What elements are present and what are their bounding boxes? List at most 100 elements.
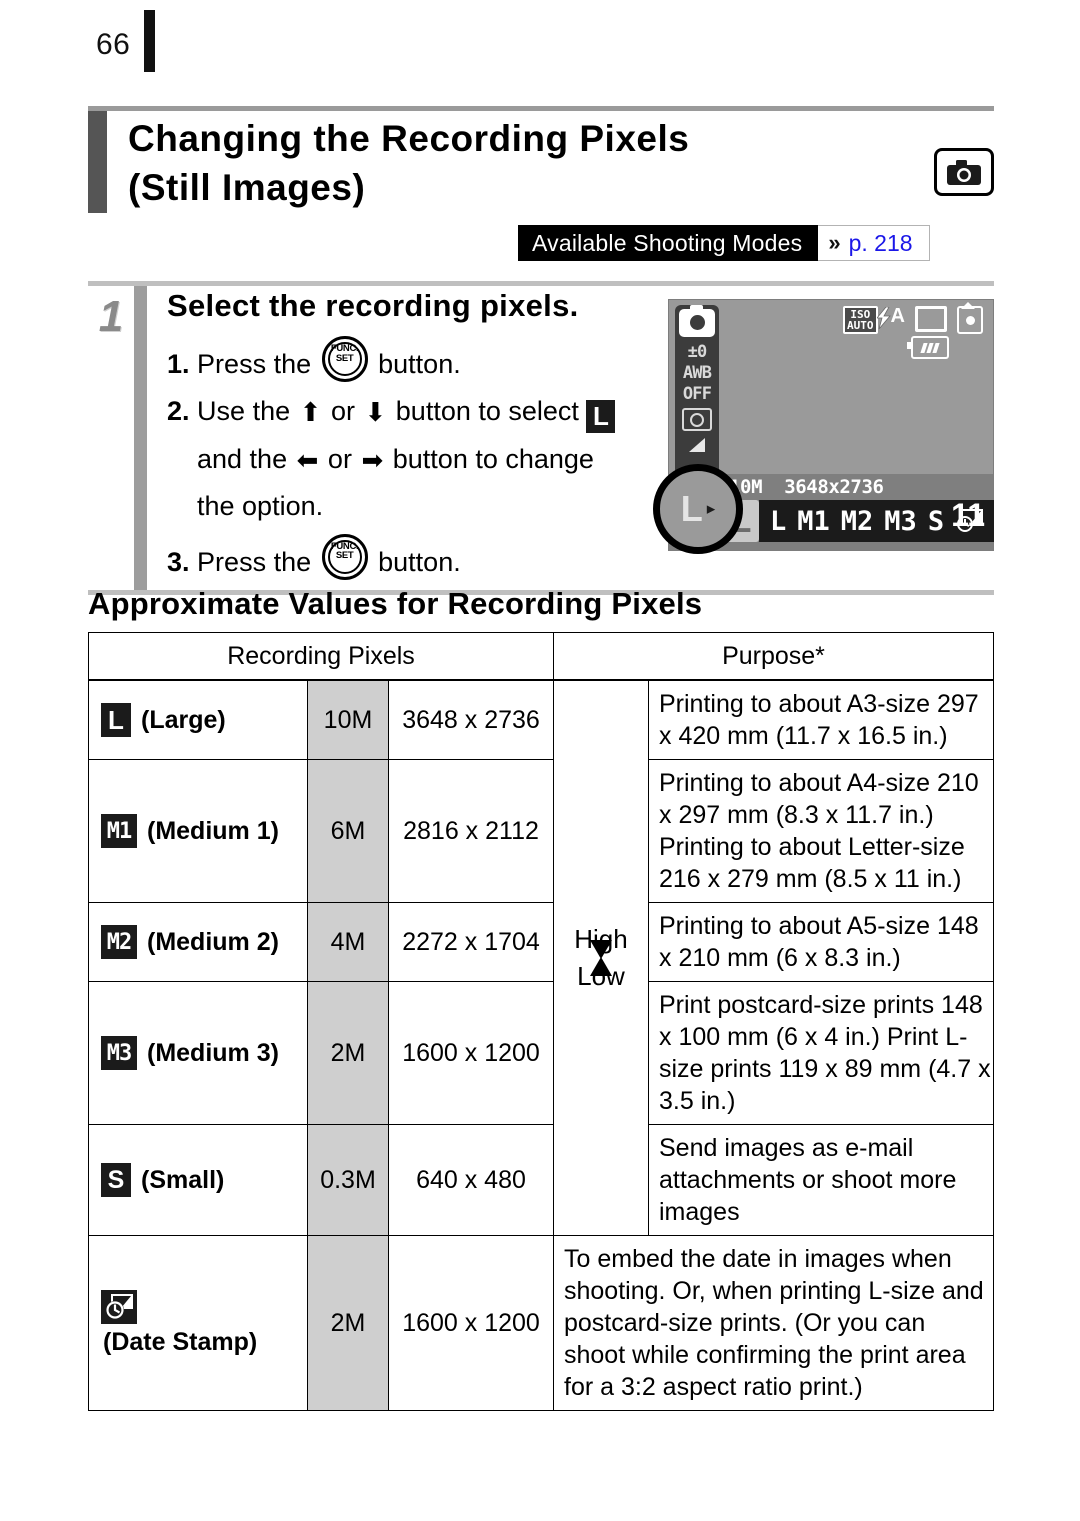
available-shooting-modes-label: Available Shooting Modes	[518, 225, 819, 261]
option-L[interactable]: L	[770, 506, 786, 537]
substep-2-e: or	[327, 443, 352, 474]
row-name-medium3: M3 (Medium 3)	[88, 981, 308, 1125]
func-set-button-icon: FUNC. SET	[321, 336, 368, 382]
my-colors-value: OFF	[682, 384, 712, 405]
row-label: (Large)	[141, 705, 226, 734]
step-number: 1	[98, 292, 124, 341]
row-name-large: L (Large)	[88, 679, 308, 760]
page-reference-link[interactable]: » p. 218	[818, 225, 930, 261]
double-chevron-icon: »	[828, 230, 840, 255]
table-row: M3 (Medium 3) 2M 1600 x 1200 Print postc…	[88, 981, 994, 1125]
up-arrow-icon: ⬆	[299, 396, 322, 427]
row-megapixels: 2M	[307, 981, 389, 1125]
row-name-small: S (Small)	[88, 1124, 308, 1236]
substep-3-pre: Press the	[197, 546, 312, 577]
page-marker-bar	[144, 10, 155, 72]
page-reference-text: p. 218	[848, 229, 913, 256]
row-name-medium2: M2 (Medium 2)	[88, 902, 308, 982]
row-purpose: Printing to about A5-size 148 x 210 mm (…	[648, 902, 994, 982]
iso-value: AUTO	[847, 319, 874, 333]
row-purpose: Printing to about A3-size 297 x 420 mm (…	[648, 679, 994, 760]
row-label: (Medium 1)	[147, 816, 279, 845]
row-purpose: To embed the date in images when shootin…	[553, 1235, 994, 1411]
func-set-top-label: FUNC.	[330, 540, 359, 552]
resolution-dimensions: 3648x2736	[784, 476, 884, 498]
page-title-line1: Changing the Recording Pixels	[128, 118, 690, 159]
row-dimensions: 1600 x 1200	[388, 981, 554, 1125]
row-megapixels: 2M	[307, 1235, 389, 1411]
resolution-readout: 10M 3648x2736	[729, 476, 884, 498]
chapter-title-block: Changing the Recording Pixels (Still Ima…	[88, 106, 994, 213]
metering-mode-icon	[682, 408, 712, 432]
table-row: L (Large) 10M 3648 x 2736 High Low Print…	[88, 679, 994, 1236]
substep-2-b: or	[330, 395, 355, 426]
flash-auto-label: A	[890, 305, 905, 327]
row-name-date-stamp: (Date Stamp)	[88, 1235, 308, 1411]
exposure-compensation-value: ±0	[687, 342, 708, 362]
option-M2[interactable]: M2	[841, 506, 874, 537]
table-row: M1 (Medium 1) 6M 2816 x 2112 Printing to…	[88, 759, 994, 903]
func-set-bottom-label: SET	[335, 352, 354, 364]
substep-2-number: 2.	[167, 395, 190, 426]
step-accent-bar	[134, 286, 147, 590]
callout-label: L	[680, 488, 703, 529]
substep-2-f: button to change	[392, 443, 594, 474]
substep-3-post: button.	[378, 546, 461, 577]
substep-1-post: button.	[378, 349, 461, 379]
large-icon: L	[586, 399, 616, 433]
substep-2-a: Use the	[197, 395, 291, 426]
drive-mode-icon	[915, 306, 947, 332]
white-balance-value: AWB	[682, 363, 712, 384]
image-stabilizer-icon	[957, 302, 983, 334]
callout-arrow-icon: ▸	[706, 499, 716, 518]
row-dimensions: 3648 x 2736	[388, 679, 554, 760]
table-row: S (Small) 0.3M 640 x 480 Send images as …	[88, 1124, 994, 1236]
substep-1-pre: Press the	[197, 349, 312, 379]
table-row: M2 (Medium 2) 4M 2272 x 1704 Printing to…	[88, 902, 994, 982]
table-header-row: Recording Pixels Purpose*	[88, 632, 994, 681]
camera-lcd-illustration: ±0 AWB OFF ISO AUTO A 10M 3648x2736 L L	[653, 299, 1011, 554]
substep-2-c: button to select	[395, 395, 579, 426]
row-dimensions: 1600 x 1200	[388, 1235, 554, 1411]
available-shooting-modes-banner: Available Shooting Modes » p. 218	[518, 225, 930, 261]
next-option-arrow-icon[interactable]: ▸	[1001, 509, 1011, 534]
option-M1[interactable]: M1	[797, 506, 830, 537]
func-set-button-icon: FUNC. SET	[321, 533, 368, 580]
medium2-icon: M2	[101, 925, 137, 959]
left-arrow-icon: ⬅	[296, 444, 319, 475]
option-S[interactable]: S	[928, 506, 944, 537]
row-megapixels: 4M	[307, 902, 389, 982]
shooting-mode-icon	[679, 305, 715, 337]
row-dimensions: 2272 x 1704	[388, 902, 554, 982]
lcd-bottom-bar: 10M 3648x2736 L L M1 M2 M3 S	[653, 464, 1011, 554]
date-stamp-icon	[101, 1289, 137, 1324]
row-dimensions: 2816 x 2112	[388, 759, 554, 903]
option-M3[interactable]: M3	[884, 506, 917, 537]
medium1-icon: M1	[101, 814, 137, 848]
page-header: 66	[0, 0, 1080, 96]
right-arrow-icon: ➡	[361, 444, 384, 475]
substep-2-d: and the	[197, 443, 288, 474]
row-megapixels: 6M	[307, 759, 389, 903]
row-purpose: Printing to about A4-size 210 x 297 mm (…	[648, 759, 994, 903]
battery-icon	[907, 336, 949, 359]
substep-3-number: 3.	[167, 546, 190, 577]
row-megapixels: 10M	[307, 679, 389, 760]
quality-scale-column: High Low	[553, 679, 649, 1236]
camera-icon	[934, 148, 994, 196]
row-purpose: Print postcard-size prints 148 x 100 mm …	[648, 981, 994, 1125]
header-recording-pixels: Recording Pixels	[88, 632, 554, 681]
table-row: (Date Stamp) 2M 1600 x 1200 To embed the…	[88, 1235, 994, 1411]
page-title-line2: (Still Images)	[128, 166, 366, 208]
small-icon: S	[101, 1163, 131, 1197]
row-label: (Small)	[141, 1165, 225, 1194]
section-title: Approximate Values for Recording Pixels	[88, 586, 703, 621]
func-set-top-label: FUNC.	[330, 343, 359, 354]
recording-pixels-table: Recording Pixels Purpose* L (Large) 10M …	[88, 632, 994, 1411]
row-label: (Medium 3)	[147, 1038, 279, 1067]
row-dimensions: 640 x 480	[388, 1124, 554, 1236]
row-label: (Medium 2)	[147, 927, 279, 956]
title-accent-bar	[88, 111, 107, 213]
row-megapixels: 0.3M	[307, 1124, 389, 1236]
flash-output-icon	[689, 438, 705, 453]
